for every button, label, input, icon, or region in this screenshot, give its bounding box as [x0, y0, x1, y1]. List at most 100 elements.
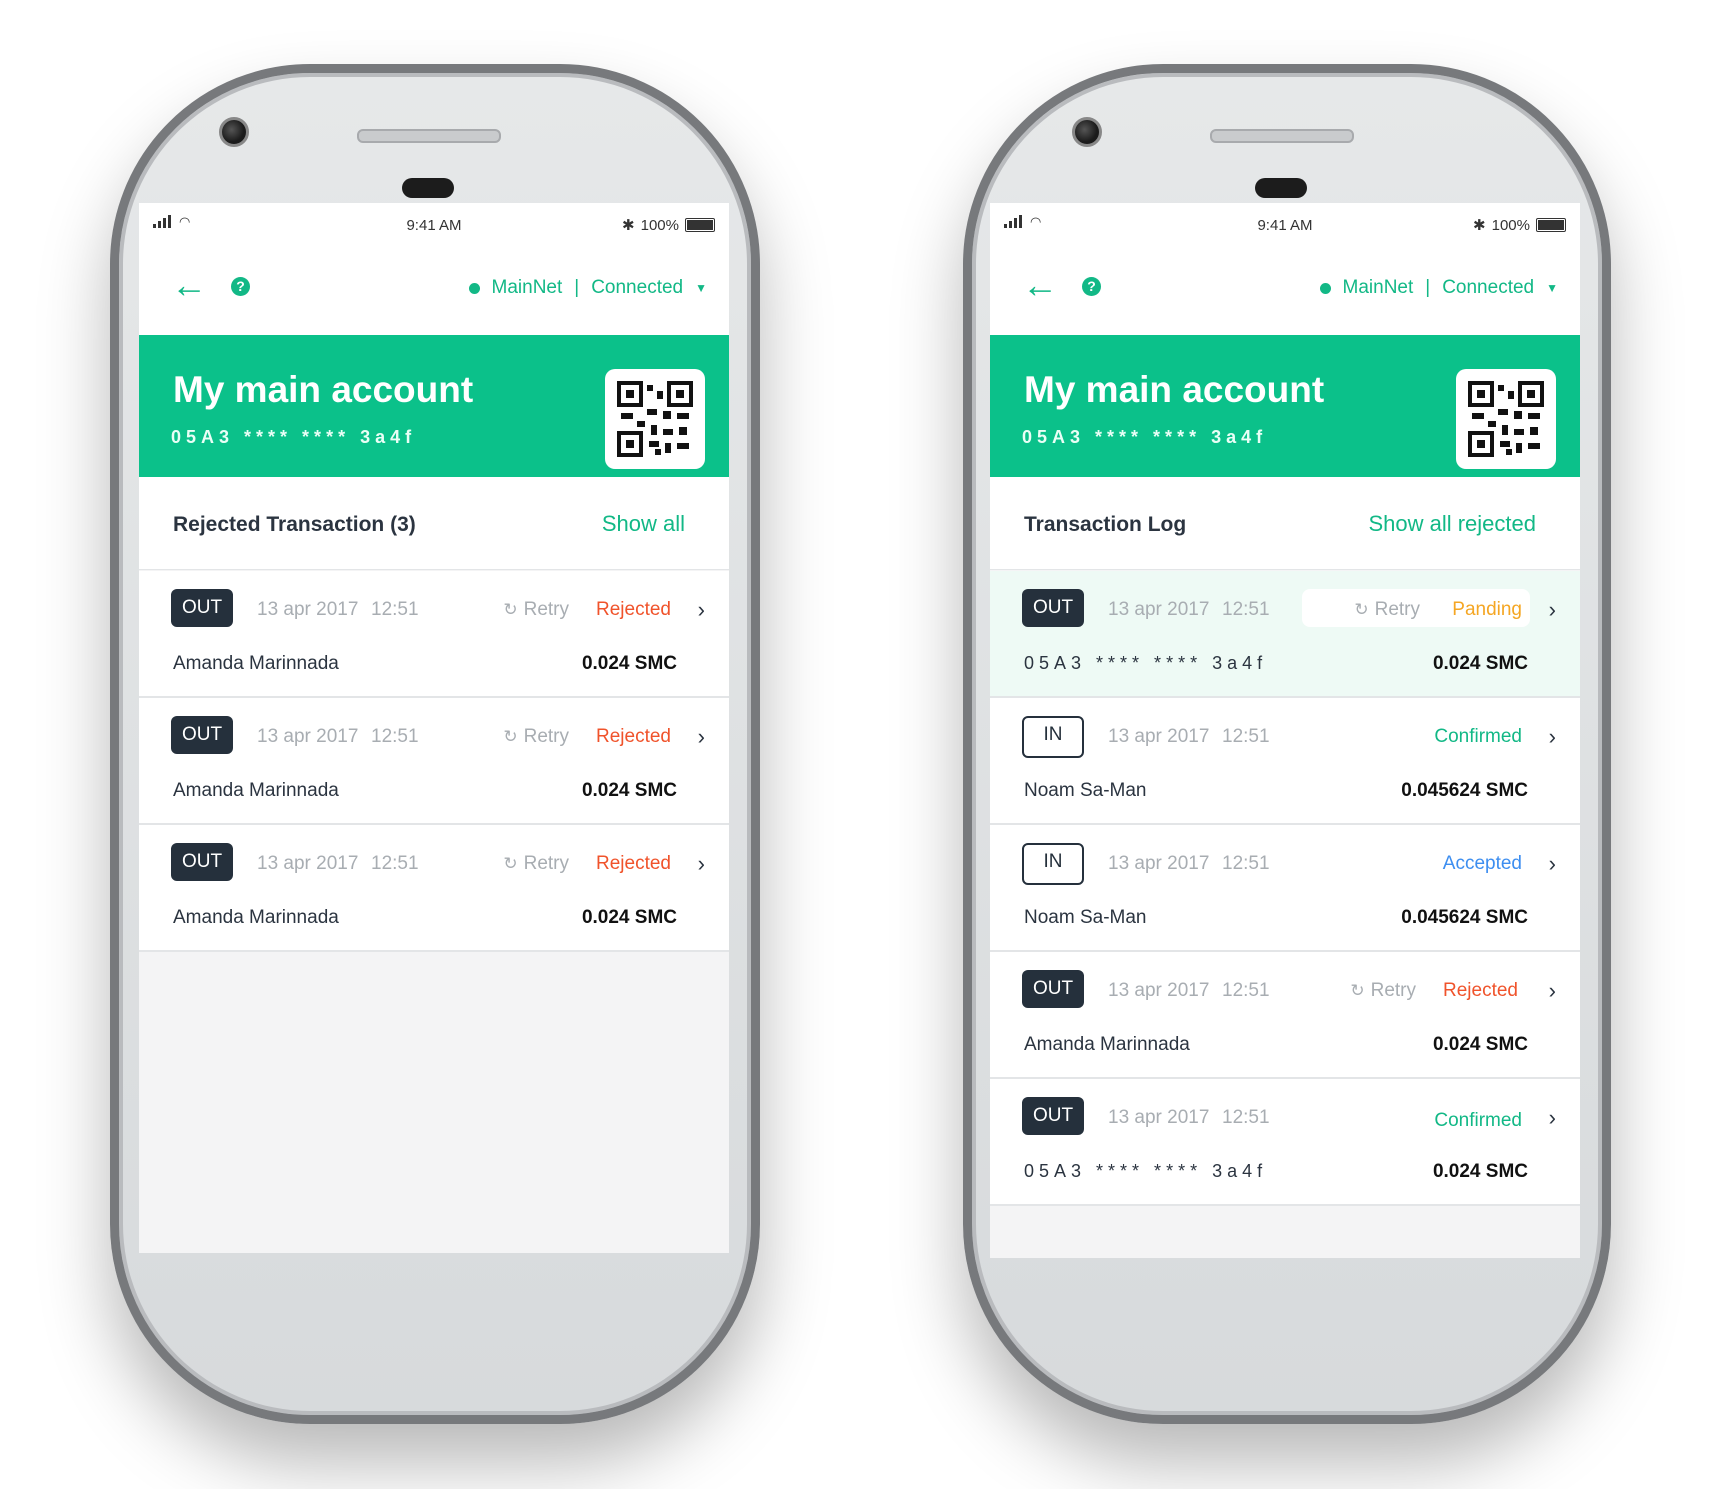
- front-camera: [219, 117, 249, 147]
- direction-badge: IN: [1022, 843, 1084, 885]
- network-separator: |: [574, 277, 580, 298]
- retry-button[interactable]: ↻ Retry: [503, 599, 569, 621]
- transaction-row[interactable]: IN 13 apr 2017 12:51 Accepted › Noam Sa-…: [990, 825, 1580, 952]
- network-name: MainNet: [491, 277, 563, 298]
- network-status-dot: [468, 282, 480, 294]
- section-title: Rejected Transaction (3): [173, 513, 416, 536]
- account-address: 05A3 **** **** 3a4f: [1022, 427, 1268, 447]
- status-label: Panding: [1452, 599, 1522, 620]
- back-arrow-icon[interactable]: ←: [1022, 267, 1058, 303]
- network-selector[interactable]: MainNet | Connected ▼: [1319, 277, 1558, 299]
- status-label: Rejected: [596, 599, 671, 620]
- retry-button[interactable]: ↻ Retry: [503, 726, 569, 748]
- chevron-right-icon[interactable]: ›: [698, 724, 705, 750]
- counterparty: Noam Sa-Man: [1024, 780, 1147, 801]
- amount: 0.024 SMC: [1432, 1161, 1528, 1182]
- screen-rejected-transactions: ◠ 9:41 AM ✱ 100% ← ? MainNet | Connected…: [139, 203, 729, 1253]
- phone-left: ◠ 9:41 AM ✱ 100% ← ? MainNet | Connected…: [110, 64, 760, 1424]
- counterparty: Amanda Marinnada: [173, 907, 339, 928]
- transaction-date: 13 apr 2017: [1108, 980, 1210, 1001]
- status-label: Confirmed: [1434, 1110, 1522, 1131]
- phone-right: ◠ 9:41 AM ✱ 100% ← ? MainNet | Connected…: [963, 64, 1611, 1424]
- retry-label: Retry: [523, 726, 569, 747]
- transaction-row[interactable]: OUT 13 apr 2017 12:51 ↻ Retry Rejected › …: [139, 825, 729, 952]
- status-label: Accepted: [1442, 853, 1522, 874]
- chevron-right-icon[interactable]: ›: [1549, 1105, 1556, 1131]
- status-bar: ◠ 9:41 AM ✱ 100%: [139, 203, 729, 245]
- qr-code-icon[interactable]: [1456, 369, 1556, 469]
- status-bar: ◠ 9:41 AM ✱ 100%: [990, 203, 1580, 245]
- direction-badge: OUT: [171, 843, 233, 881]
- help-icon[interactable]: ?: [231, 277, 250, 296]
- transaction-time: 12:51: [371, 726, 419, 747]
- retry-label: Retry: [523, 853, 569, 874]
- retry-label: Retry: [1370, 980, 1416, 1001]
- account-title: My main account: [1024, 369, 1325, 410]
- show-all-rejected-link[interactable]: Show all rejected: [1368, 511, 1536, 537]
- status-label: Rejected: [596, 853, 671, 874]
- account-title: My main account: [173, 369, 474, 410]
- chevron-right-icon[interactable]: ›: [1549, 978, 1556, 1004]
- chevron-right-icon[interactable]: ›: [1549, 724, 1556, 750]
- chevron-right-icon[interactable]: ›: [698, 597, 705, 623]
- amount: 0.045624 SMC: [1401, 780, 1528, 801]
- transaction-row[interactable]: IN 13 apr 2017 12:51 Confirmed › Noam Sa…: [990, 698, 1580, 825]
- amount: 0.024 SMC: [581, 653, 677, 674]
- back-arrow-icon[interactable]: ←: [171, 267, 207, 303]
- transaction-time: 12:51: [371, 853, 419, 874]
- counterparty: Amanda Marinnada: [1024, 1034, 1190, 1055]
- transaction-time: 12:51: [371, 599, 419, 620]
- bluetooth-icon: ✱: [1473, 217, 1486, 234]
- transaction-row[interactable]: OUT 13 apr 2017 12:51 ↻ Retry Rejected › …: [990, 952, 1580, 1079]
- transaction-date: 13 apr 2017: [257, 599, 359, 620]
- retry-label: Retry: [523, 599, 569, 620]
- chevron-right-icon[interactable]: ›: [1549, 851, 1556, 877]
- network-selector[interactable]: MainNet | Connected ▼: [468, 277, 707, 299]
- amount: 0.024 SMC: [1432, 1034, 1528, 1055]
- retry-button[interactable]: ↻ Retry: [503, 853, 569, 875]
- rejected-section-header: Rejected Transaction (3) Show all: [139, 477, 729, 570]
- proximity-sensor: [402, 178, 454, 198]
- direction-badge: OUT: [171, 589, 233, 627]
- direction-badge: OUT: [171, 716, 233, 754]
- direction-badge: OUT: [1022, 970, 1084, 1008]
- speaker-grille: [357, 129, 501, 143]
- refresh-icon: ↻: [503, 727, 518, 746]
- transaction-row[interactable]: OUT 13 apr 2017 12:51 ↻ Retry Panding › 0…: [990, 571, 1580, 698]
- direction-badge: IN: [1022, 716, 1084, 758]
- transaction-time: 12:51: [1222, 980, 1270, 1001]
- front-camera: [1072, 117, 1102, 147]
- counterparty: Amanda Marinnada: [173, 653, 339, 674]
- help-icon[interactable]: ?: [1082, 277, 1101, 296]
- speaker-grille: [1210, 129, 1354, 143]
- transaction-time: 12:51: [1222, 1107, 1270, 1128]
- show-all-link[interactable]: Show all: [602, 511, 685, 537]
- status-label: Rejected: [1443, 980, 1518, 1001]
- qr-code-icon[interactable]: [605, 369, 705, 469]
- direction-badge: OUT: [1022, 589, 1084, 627]
- amount: 0.024 SMC: [581, 780, 677, 801]
- retry-button[interactable]: ↻ Retry: [1350, 980, 1416, 1002]
- transaction-row[interactable]: OUT 13 apr 2017 12:51 Confirmed › 05A3 *…: [990, 1079, 1580, 1206]
- account-header: My main account 05A3 **** **** 3a4f: [990, 335, 1580, 477]
- direction-badge: OUT: [1022, 1097, 1084, 1135]
- counterparty-address: 05A3 **** **** 3a4f: [1024, 1161, 1268, 1181]
- counterparty: Noam Sa-Man: [1024, 907, 1147, 928]
- amount: 0.024 SMC: [1432, 653, 1528, 674]
- chevron-right-icon[interactable]: ›: [1549, 597, 1556, 623]
- refresh-icon: ↻: [1350, 981, 1365, 1000]
- transaction-date: 13 apr 2017: [1108, 599, 1210, 620]
- amount: 0.045624 SMC: [1401, 907, 1528, 928]
- retry-label: Retry: [1374, 599, 1420, 620]
- screen-transaction-log: ◠ 9:41 AM ✱ 100% ← ? MainNet | Connected…: [990, 203, 1580, 1258]
- proximity-sensor: [1255, 178, 1307, 198]
- chevron-right-icon[interactable]: ›: [698, 851, 705, 877]
- retry-button[interactable]: ↻ Retry: [1354, 599, 1420, 621]
- transaction-row[interactable]: OUT 13 apr 2017 12:51 ↻ Retry Rejected › …: [139, 571, 729, 698]
- transaction-date: 13 apr 2017: [1108, 726, 1210, 747]
- network-state: Connected: [591, 277, 684, 298]
- counterparty: Amanda Marinnada: [173, 780, 339, 801]
- transaction-time: 12:51: [1222, 726, 1270, 747]
- status-label: Rejected: [596, 726, 671, 747]
- transaction-row[interactable]: OUT 13 apr 2017 12:51 ↻ Retry Rejected › …: [139, 698, 729, 825]
